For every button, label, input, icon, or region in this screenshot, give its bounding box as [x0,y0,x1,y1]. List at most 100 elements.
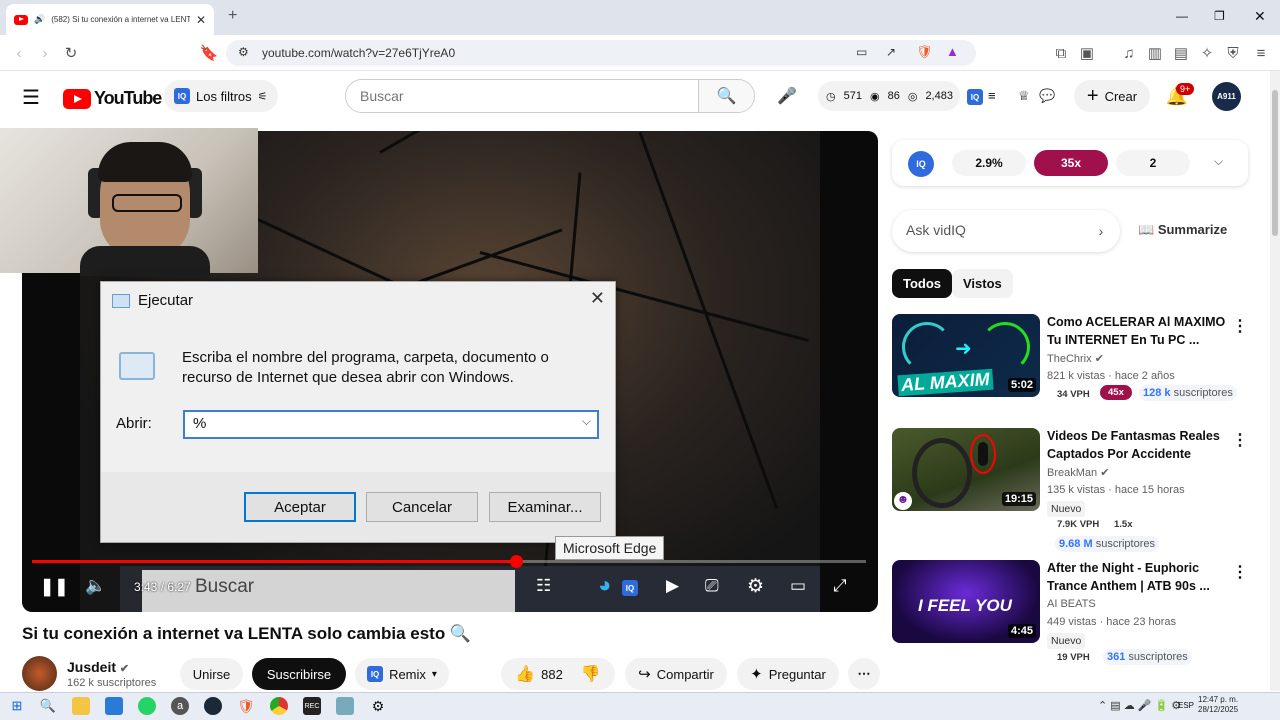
miniplayer-icon[interactable]: ▶ [666,576,679,596]
search-input[interactable] [346,80,698,112]
chip-vistos[interactable]: Vistos [952,269,1013,298]
cast-icon[interactable]: ▭ [856,45,867,59]
brave-rewards-icon[interactable]: ▲ [946,44,959,59]
close-tab-icon[interactable]: ✕ [196,13,206,27]
create-button[interactable]: + Crear [1074,80,1150,112]
obs-icon[interactable]: REC [303,697,321,715]
system-tray-icons[interactable]: ⌃ ▤ ☁ 🎤 🔋 ⚙ [1098,699,1181,712]
chevron-right-icon[interactable]: › [1088,219,1114,243]
channel-name[interactable]: Jusdeit ✔ [67,659,129,675]
channel-avatar[interactable] [22,656,57,691]
theater-mode-icon[interactable]: ▭ [790,576,806,596]
join-button[interactable]: Unirse [180,658,243,690]
back-icon[interactable]: ‹ [8,42,30,64]
steam-icon[interactable] [204,697,222,715]
chevron-down-icon[interactable]: ⌵ [1214,154,1223,169]
video-thumbnail[interactable]: I FEEL YOU 4:45 [892,560,1040,643]
pause-icon[interactable]: ❚❚ [40,577,69,597]
chapters-icon[interactable]: ☷ [536,576,551,596]
more-icon[interactable]: ⋮ [1232,430,1248,450]
remote-desktop-icon[interactable] [336,697,354,715]
youtube-logo[interactable]: YouTube CO [63,88,178,109]
file-explorer-icon[interactable] [72,697,90,715]
chevron-down-icon[interactable]: ▾ [432,669,437,680]
video-title[interactable]: Como ACELERAR Al MAXIMO Tu INTERNET En T… [1047,314,1227,349]
channel-name[interactable]: BreakMan ✔ [1047,466,1109,479]
chip-todos[interactable]: Todos [892,269,953,298]
like-count[interactable]: 882 [541,667,563,682]
new-tab-button[interactable]: + [228,7,237,25]
video-title[interactable]: Videos De Fantasmas Reales Captados Por … [1047,428,1227,463]
wallet-icon[interactable]: ▤ [1170,42,1192,64]
subtitles-icon[interactable]: ⎚ [705,576,719,596]
leo-ai-icon[interactable]: ✧ [1196,42,1218,64]
trophy-icon[interactable]: ♕ [1018,88,1030,104]
microphone-icon[interactable]: 🎤 [772,81,802,111]
recommended-video[interactable]: I FEEL YOU 4:45 After the Night - Euphor… [892,560,1252,680]
hamburger-menu-icon[interactable]: ☰ [22,85,40,110]
forward-icon[interactable]: › [34,42,56,64]
music-icon[interactable]: ♫ [1118,42,1140,64]
ask-button[interactable]: ✦ Preguntar [737,658,839,690]
vidiq-player-icon[interactable]: IQ [622,580,638,596]
volume-icon[interactable]: 🔈 [85,576,106,596]
brave-shield-icon[interactable]: 🛡 [916,44,933,60]
vpn-icon[interactable]: ⛨ [1222,42,1244,64]
video-thumbnail[interactable]: ➜ AL MAXIM 5:02 [892,314,1040,397]
like-icon[interactable]: 👍 [515,664,535,684]
search-icon[interactable]: 🔍 [39,697,57,715]
vidiq-logo-icon[interactable]: IQ [908,151,934,177]
channel-name[interactable]: AI BEATS [1047,598,1096,610]
bookmark-icon[interactable]: 🔖 [198,42,220,64]
recommended-video[interactable]: ☻ 19:15 Videos De Fantasmas Reales Capta… [892,428,1252,552]
more-icon[interactable]: ⋮ [1232,316,1248,336]
summarize-button[interactable]: 📖 Summarize [1138,222,1227,238]
recommended-video[interactable]: ➜ AL MAXIM 5:02 Como ACELERAR Al MAXIMO … [892,314,1252,434]
taskbar-clock[interactable]: 12:47 p. m. 28/12/2025 [1198,695,1238,715]
chrome-icon[interactable] [270,697,288,715]
windows-start-icon[interactable]: ⊞ [8,697,26,715]
more-actions-icon[interactable]: ⋯ [848,658,880,690]
fullscreen-icon[interactable]: ⤢ [833,576,847,596]
site-settings-icon[interactable]: ⚙ [238,45,249,59]
screenshot-icon[interactable]: ▣ [1076,42,1098,64]
minimize-window-icon[interactable]: — [1176,9,1188,23]
app-icon[interactable]: a [171,697,189,715]
scrollbar-thumb[interactable] [1272,90,1278,236]
address-bar[interactable]: ⚙ youtube.com/watch?v=27e6TjYreA0 ▭ ↗ 🛡 … [226,40,976,66]
speaker-icon[interactable]: 🔊 [34,14,45,25]
menu-icon[interactable]: ≡ [1250,42,1272,64]
remix-button[interactable]: IQ Remix ▾ [355,658,449,690]
browser-tab[interactable]: 🔊 (582) Si tu conexión a internet va LEN… [6,4,214,35]
chat-icon[interactable]: 💬 [1039,88,1055,104]
vidiq-stats-bar[interactable]: ◷ 571 ◉ 86 ◎ 2,483 [818,81,960,111]
extensions-icon[interactable]: ⧉ [1050,42,1072,64]
list-icon[interactable]: ≡ [988,88,996,103]
settings-gear-icon[interactable]: ⚙ [369,697,387,715]
video-title[interactable]: After the Night - Euphoric Trance Anthem… [1047,560,1227,595]
store-icon[interactable] [105,697,123,715]
more-icon[interactable]: ⋮ [1232,562,1248,582]
filters-button[interactable]: IQ Los filtros ⚟ [164,80,278,112]
channel-name[interactable]: TheChrix ✔ [1047,352,1104,365]
share-page-icon[interactable]: ↗ [886,45,896,59]
search-icon[interactable]: 🔍 [698,80,754,112]
dislike-icon[interactable]: 👎 [581,664,601,684]
restore-window-icon[interactable]: ❐ [1214,9,1225,23]
subscribe-button[interactable]: Suscribirse [252,658,346,690]
webcam-overlay [0,128,258,276]
share-button[interactable]: ↪ Compartir [625,658,727,690]
sidebar-icon[interactable]: ▥ [1144,42,1166,64]
vidiq-icon[interactable]: IQ [967,89,983,105]
brave-icon[interactable]: 🛡 [237,697,255,715]
account-avatar[interactable]: A911 [1212,82,1241,111]
video-thumbnail[interactable]: ☻ 19:15 [892,428,1040,511]
scrubber-handle[interactable] [509,555,523,568]
ask-vidiq-input[interactable]: Ask vidIQ [892,210,1120,252]
settings-gear-icon[interactable]: ⚙ [747,575,764,598]
whatsapp-icon[interactable] [138,697,156,715]
language-indicator[interactable]: ESP [1178,701,1194,710]
reload-icon[interactable]: ↻ [60,42,82,64]
progress-bar[interactable] [32,555,866,568]
close-window-icon[interactable]: ✕ [1254,8,1266,25]
